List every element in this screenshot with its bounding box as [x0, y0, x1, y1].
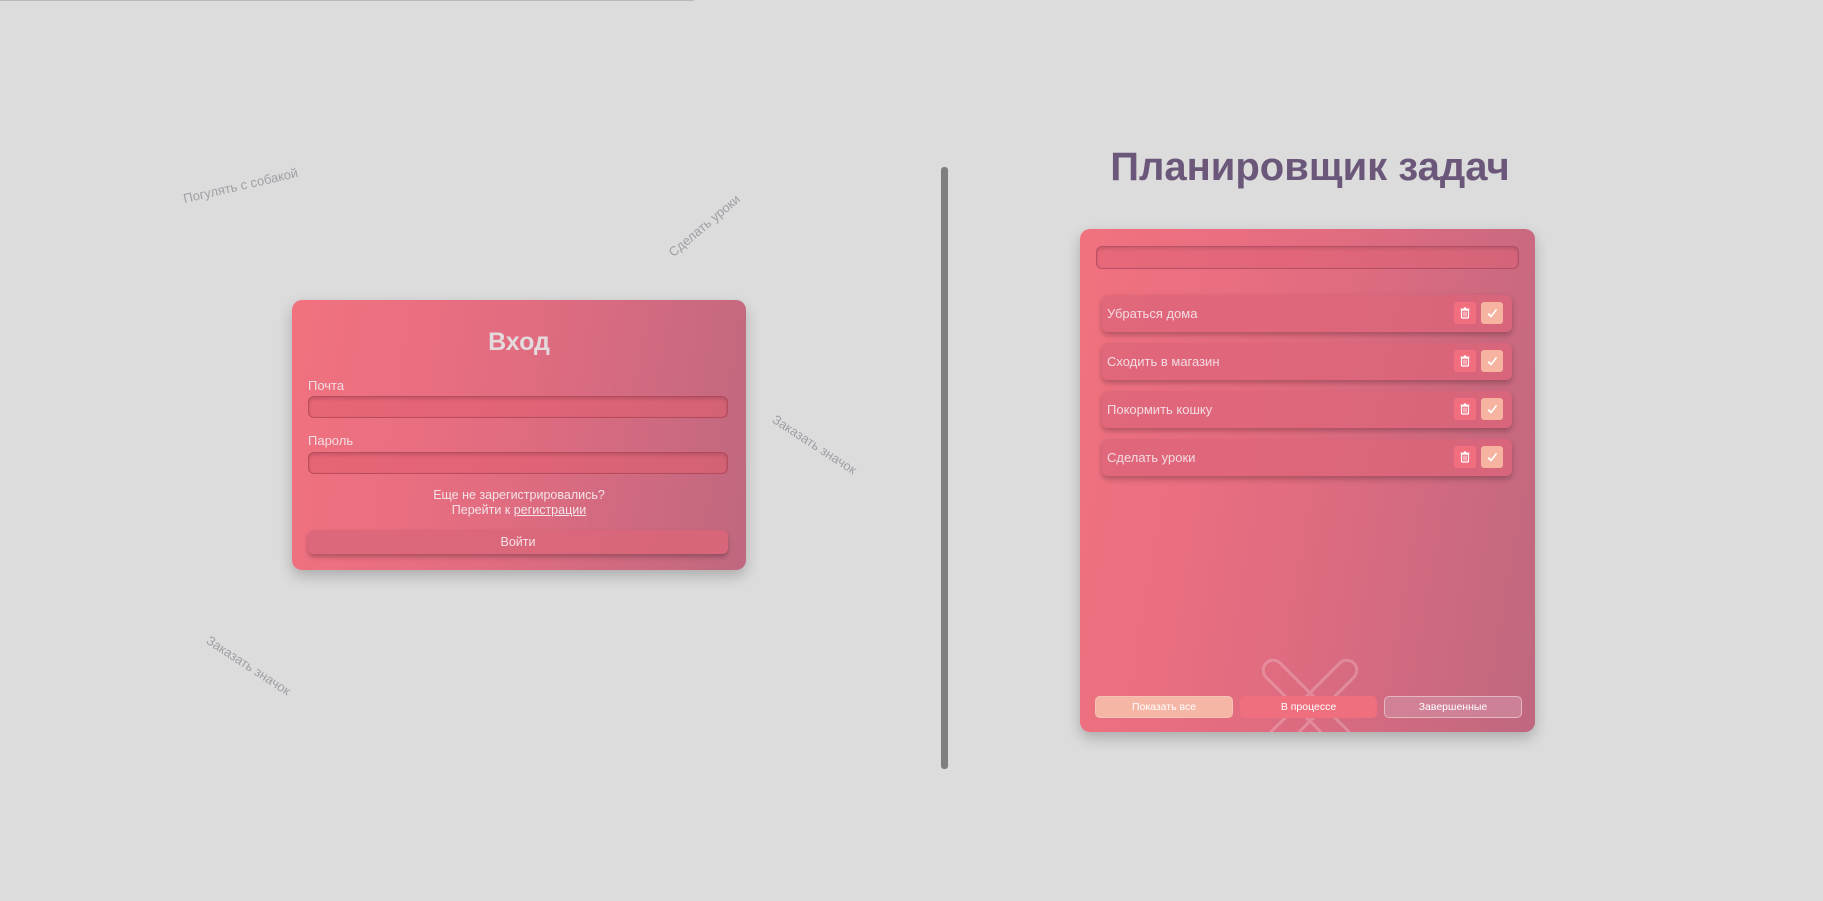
email-label: Почта [308, 378, 345, 393]
register-goto-text: Перейти к [451, 503, 514, 517]
register-prompt-block: Еще не зарегистрировались? Перейти к рег… [292, 488, 746, 518]
check-icon [1487, 357, 1498, 366]
task-list: Убраться дома Сходить в магазин Покормит… [1102, 295, 1512, 487]
delete-task-button[interactable] [1454, 302, 1476, 324]
register-link[interactable]: регистрации [514, 503, 586, 517]
task-item: Покормить кошку [1102, 391, 1512, 428]
task-item: Сделать уроки [1102, 439, 1512, 476]
filter-all-button[interactable]: Показать все [1095, 696, 1233, 718]
task-text: Покормить кошку [1107, 402, 1213, 417]
check-icon [1487, 453, 1498, 462]
task-item: Сходить в магазин [1102, 343, 1512, 380]
close-icon [1261, 658, 1359, 732]
delete-task-button[interactable] [1454, 446, 1476, 468]
task-text: Сходить в магазин [1107, 354, 1220, 369]
task-item: Убраться дома [1102, 295, 1512, 332]
floating-task-word: Сделать уроки [665, 191, 743, 260]
filter-completed-button[interactable]: Завершенные [1384, 696, 1522, 718]
register-prompt: Еще не зарегистрировались? [433, 488, 605, 502]
top-border-line [0, 0, 694, 1]
floating-task-word: Заказать значок [203, 632, 294, 699]
complete-task-button[interactable] [1481, 302, 1503, 324]
complete-task-button[interactable] [1481, 398, 1503, 420]
password-field[interactable] [308, 452, 728, 474]
password-label: Пароль [308, 433, 354, 448]
login-button[interactable]: Войти [308, 530, 728, 554]
check-icon [1487, 405, 1498, 414]
task-planner-card: Убраться дома Сходить в магазин Покормит… [1080, 229, 1535, 732]
complete-task-button[interactable] [1481, 446, 1503, 468]
login-title: Вход [488, 328, 550, 356]
page-title: Планировщик задач [1110, 145, 1510, 189]
task-text: Сделать уроки [1107, 450, 1196, 465]
login-card: Вход Почта Пароль Еще не зарегистрировал… [292, 300, 746, 570]
trash-icon [1460, 403, 1470, 415]
floating-task-word: Погулять с собакой [181, 165, 300, 206]
email-field[interactable] [308, 396, 728, 418]
task-text: Убраться дома [1107, 306, 1198, 321]
section-divider [941, 167, 948, 769]
new-task-input[interactable] [1096, 246, 1519, 269]
trash-icon [1460, 355, 1470, 367]
register-goto-line: Перейти к регистрации [292, 503, 746, 518]
trash-icon [1460, 451, 1470, 463]
complete-task-button[interactable] [1481, 350, 1503, 372]
trash-icon [1460, 307, 1470, 319]
filter-in-progress-button[interactable]: В процессе [1240, 696, 1377, 718]
delete-task-button[interactable] [1454, 350, 1476, 372]
check-icon [1487, 309, 1498, 318]
floating-task-word: Заказать значок [769, 411, 860, 478]
delete-task-button[interactable] [1454, 398, 1476, 420]
